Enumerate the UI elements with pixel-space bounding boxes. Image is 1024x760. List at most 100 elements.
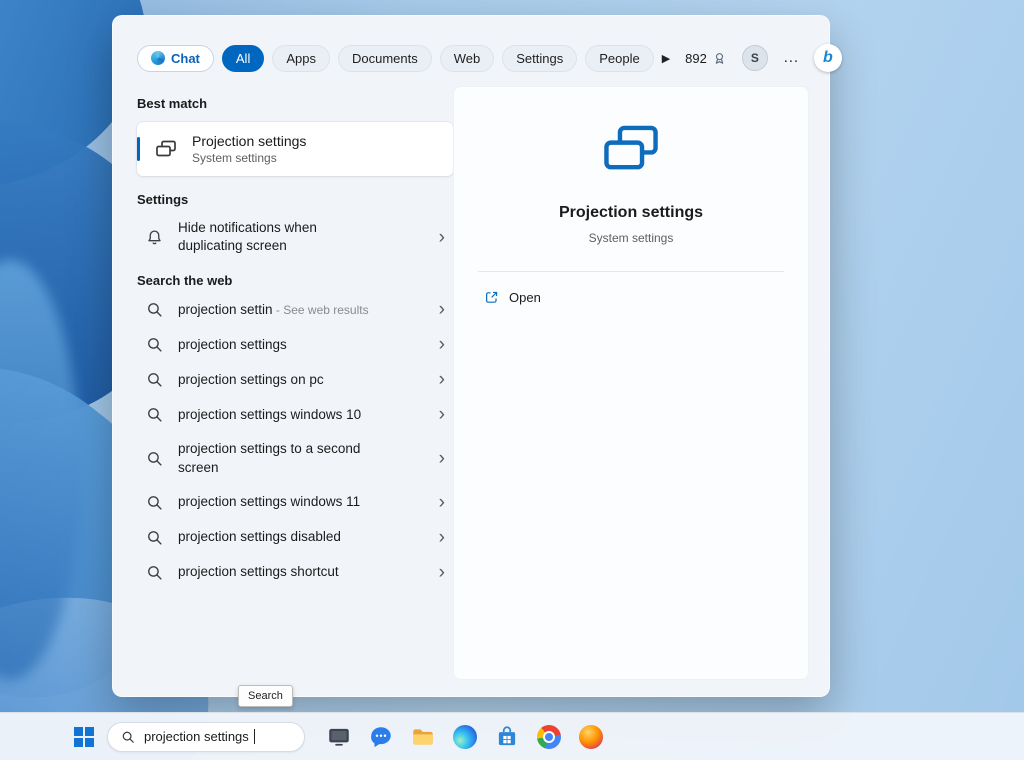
suggestion-suffix: - See web results (273, 303, 369, 317)
chat-app-icon[interactable] (368, 724, 394, 750)
web-suggestion-row[interactable]: projection settin - See web results › (137, 292, 453, 327)
taskbar-search-input[interactable]: projection settings (107, 722, 305, 752)
web-suggestion-row[interactable]: projection settings disabled › (137, 520, 453, 555)
best-match-title: Projection settings (192, 133, 306, 149)
bing-logo-icon[interactable]: b (814, 44, 842, 72)
edge-browser-icon[interactable] (452, 724, 478, 750)
suggestion-text: projection settings to a second screen (178, 440, 383, 476)
bing-chat-icon (151, 51, 165, 65)
more-options-icon[interactable]: … (783, 49, 799, 67)
filter-tab-settings[interactable]: Settings (502, 45, 577, 72)
filter-tab-documents[interactable]: Documents (338, 45, 432, 72)
open-external-icon (484, 290, 499, 305)
filter-tab-people[interactable]: People (585, 45, 653, 72)
edge-logo (453, 725, 477, 749)
search-icon (121, 730, 135, 744)
projection-settings-large-icon (600, 123, 662, 182)
best-match-header: Best match (137, 96, 453, 111)
chat-button-label: Chat (171, 51, 200, 66)
search-icon (146, 564, 163, 581)
result-preview-pane: Projection settings System settings Open (453, 86, 809, 680)
firefox-browser-icon[interactable] (578, 724, 604, 750)
suggestion-text: projection settings shortcut (178, 563, 339, 581)
suggestion-query: projection settings on pc (178, 372, 324, 387)
bing-logo-letter: b (823, 49, 833, 67)
taskbar-search-value: projection settings (144, 729, 249, 744)
web-suggestion-row[interactable]: projection settings shortcut › (137, 555, 453, 590)
search-icon (146, 336, 163, 353)
search-icon (146, 301, 163, 318)
chevron-right-icon[interactable]: › (435, 370, 449, 389)
web-section-header: Search the web (137, 273, 453, 288)
chevron-right-icon[interactable]: › (435, 335, 449, 354)
suggestion-text: projection settings windows 11 (178, 493, 360, 511)
suggestion-query: projection settings windows 11 (178, 494, 360, 509)
chrome-browser-icon[interactable] (536, 724, 562, 750)
suggestion-text: projection settin - See web results (178, 301, 369, 319)
start-button[interactable] (74, 727, 94, 747)
suggestion-query: projection settings (178, 337, 287, 352)
chrome-logo (537, 725, 561, 749)
windows-logo-icon (74, 727, 83, 736)
suggestion-text: projection settings (178, 336, 287, 354)
chevron-right-icon[interactable]: › (435, 228, 449, 247)
filter-label: Settings (516, 51, 563, 66)
avatar-initial: S (751, 51, 759, 65)
web-suggestion-row[interactable]: projection settings on pc › (137, 362, 453, 397)
filter-tab-all[interactable]: All (222, 45, 264, 72)
chevron-right-icon[interactable]: › (435, 449, 449, 468)
dark-app-icon[interactable] (326, 724, 352, 750)
filter-label: Apps (286, 51, 316, 66)
chevron-right-icon[interactable]: › (435, 300, 449, 319)
suggestion-query: projection settings to a second screen (178, 441, 360, 474)
filter-label: Web (454, 51, 481, 66)
search-icon (146, 529, 163, 546)
filter-label: Documents (352, 51, 418, 66)
search-icon (146, 371, 163, 388)
search-icon (146, 494, 163, 511)
open-action[interactable]: Open (484, 290, 541, 305)
rewards-medal-icon (712, 51, 727, 66)
search-icon (146, 450, 163, 467)
web-suggestion-row[interactable]: projection settings to a second screen › (137, 432, 453, 484)
preview-title: Projection settings (559, 204, 703, 222)
preview-divider (478, 271, 784, 272)
suggestion-query: projection settings windows 10 (178, 407, 361, 422)
rewards-counter[interactable]: 892 (685, 51, 727, 66)
windows-logo-icon (85, 727, 94, 736)
chevron-right-icon[interactable]: › (435, 528, 449, 547)
filter-label: All (236, 51, 250, 66)
suggestion-text: projection settings disabled (178, 528, 341, 546)
best-match-subtitle: System settings (192, 151, 306, 165)
file-explorer-icon[interactable] (410, 724, 436, 750)
search-filter-bar: Chat All Apps Documents Web Settings Peo… (137, 44, 811, 72)
preview-subtitle: System settings (589, 231, 674, 245)
filter-tab-apps[interactable]: Apps (272, 45, 330, 72)
chevron-right-icon[interactable]: › (435, 563, 449, 582)
settings-result-item[interactable]: Hide notifications when duplicating scre… (137, 211, 453, 263)
filter-label: People (599, 51, 639, 66)
settings-result-label: Hide notifications when duplicating scre… (178, 219, 340, 255)
suggestion-query: projection settin (178, 302, 273, 317)
selection-accent-bar (137, 137, 140, 161)
microsoft-store-icon[interactable] (494, 724, 520, 750)
user-avatar[interactable]: S (742, 45, 768, 71)
search-header-actions: ▶ 892 S … b (662, 44, 842, 72)
settings-section-header: Settings (137, 192, 453, 207)
filter-tab-web[interactable]: Web (440, 45, 495, 72)
windows-logo-icon (85, 738, 94, 747)
web-suggestion-row[interactable]: projection settings windows 11 › (137, 485, 453, 520)
chevron-right-icon[interactable]: › (435, 493, 449, 512)
firefox-logo (579, 725, 603, 749)
open-action-label: Open (509, 290, 541, 305)
chevron-right-icon[interactable]: › (435, 405, 449, 424)
search-tooltip: Search (238, 685, 293, 707)
more-filters-icon[interactable]: ▶ (662, 52, 670, 65)
best-match-result[interactable]: Projection settings System settings (137, 122, 453, 176)
best-match-text: Projection settings System settings (192, 133, 306, 165)
chat-button[interactable]: Chat (137, 45, 214, 72)
web-suggestion-row[interactable]: projection settings › (137, 327, 453, 362)
web-suggestion-row[interactable]: projection settings windows 10 › (137, 397, 453, 432)
rewards-points: 892 (685, 51, 707, 66)
suggestion-query: projection settings shortcut (178, 564, 339, 579)
